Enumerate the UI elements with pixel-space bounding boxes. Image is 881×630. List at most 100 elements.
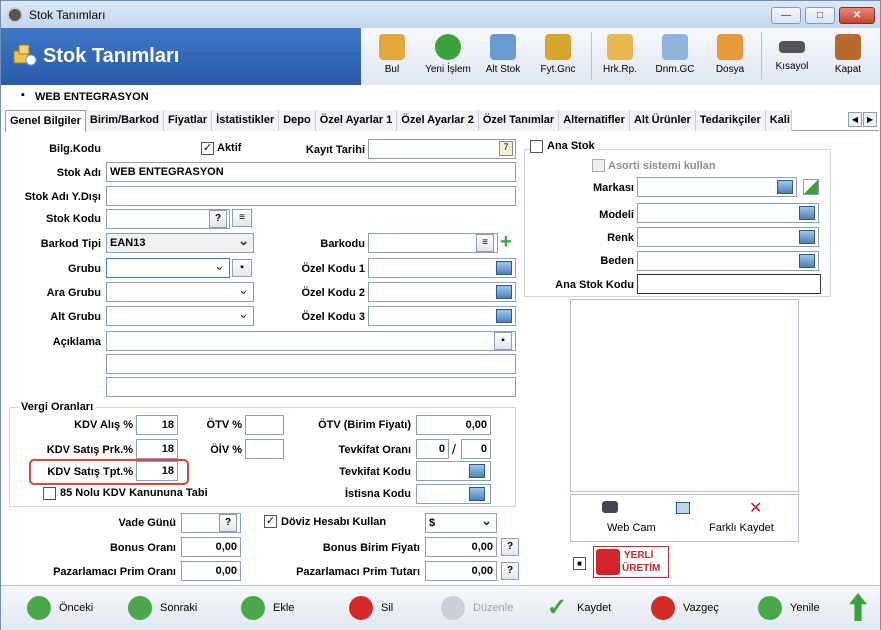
- tevkifat-kodu-label: Tevkifat Kodu: [339, 466, 411, 478]
- aciklama-field-1[interactable]: [106, 331, 516, 351]
- tab-fiyatlar[interactable]: Fiyatlar: [164, 110, 213, 131]
- yenile-button[interactable]: Yenile: [758, 595, 820, 621]
- tab-ozel-ayarlar-2[interactable]: Özel Ayarlar 2: [397, 110, 479, 131]
- kdv-alis-field[interactable]: 18: [136, 415, 178, 435]
- tab-kali[interactable]: Kali: [765, 110, 792, 131]
- oiv-field[interactable]: [245, 439, 284, 459]
- pazarlamaci-orani-label: Pazarlamacı Prim Oranı: [53, 566, 176, 578]
- tevkifat-kodu-image-icon[interactable]: [469, 464, 485, 478]
- ana-stok-checkbox[interactable]: [530, 140, 543, 153]
- tevkifat-orani-field-b[interactable]: 0: [461, 439, 491, 459]
- stok-kodu-document-icon[interactable]: ≡: [232, 209, 252, 227]
- tab-istatistikler[interactable]: İstatistikler: [212, 110, 280, 131]
- webcam-icon[interactable]: [602, 501, 618, 513]
- farkli-kaydet-label[interactable]: Farklı Kaydet: [709, 522, 774, 534]
- barkod-tipi-select[interactable]: EAN13: [106, 233, 254, 253]
- markasi-image-icon[interactable]: [777, 180, 793, 194]
- stok-adi-field[interactable]: WEB ENTEGRASYON: [106, 162, 516, 182]
- barkodu-add-icon[interactable]: +: [500, 232, 512, 252]
- kdv-satis-prk-field[interactable]: 18: [136, 439, 178, 459]
- modeli-field[interactable]: [637, 203, 819, 223]
- modeli-image-icon[interactable]: [799, 206, 815, 220]
- beden-field[interactable]: [637, 251, 819, 271]
- tab-genel-bilgiler[interactable]: Genel Bilgiler: [5, 110, 86, 132]
- pazarlamaci-tutari-field[interactable]: 0,00: [425, 561, 497, 581]
- alt-stok-button[interactable]: Alt Stok: [477, 31, 529, 83]
- sil-button[interactable]: Sil: [349, 595, 393, 621]
- tab-birim-barkod[interactable]: Birim/Barkod: [85, 110, 164, 131]
- maximize-button[interactable]: □: [805, 7, 835, 24]
- vazgec-button[interactable]: Vazgeç: [651, 595, 719, 621]
- sonraki-button[interactable]: Sonraki: [128, 595, 197, 621]
- web-cam-label[interactable]: Web Cam: [607, 522, 656, 534]
- ozel-kodu-3-image-icon[interactable]: [496, 309, 512, 323]
- tab-ozel-ayarlar-1[interactable]: Özel Ayarlar 1: [315, 110, 398, 131]
- doviz-checkbox[interactable]: ✓: [264, 515, 277, 528]
- grubu-browse-button[interactable]: ▪: [232, 259, 252, 277]
- tab-tedarikciler[interactable]: Tedarikçiler: [695, 110, 766, 131]
- barkod-tipi-value: EAN13: [110, 237, 146, 249]
- ozel-kodu-2-field[interactable]: [368, 282, 516, 302]
- markasi-add-icon[interactable]: [803, 179, 819, 195]
- pazarlamaci-orani-field[interactable]: 0,00: [181, 561, 241, 581]
- tab-alt-urunler[interactable]: Alt Ürünler: [629, 110, 696, 131]
- bonus-birim-help-button[interactable]: ?: [501, 538, 519, 556]
- dosya-button[interactable]: Dosya: [705, 31, 755, 83]
- minimize-button[interactable]: —: [771, 7, 801, 24]
- tab-depo[interactable]: Depo: [279, 110, 316, 131]
- fyt-gnc-button[interactable]: Fyt.Gnc: [533, 31, 583, 83]
- doviz-select[interactable]: $: [425, 513, 497, 533]
- ozel-kodu-2-image-icon[interactable]: [496, 285, 512, 299]
- bonus-orani-field[interactable]: 0,00: [181, 537, 241, 557]
- ozel-kodu-1-image-icon[interactable]: [496, 261, 512, 275]
- ekle-button[interactable]: Ekle: [241, 595, 294, 621]
- hrk-rp-button[interactable]: Hrk.Rp.: [595, 31, 645, 83]
- beden-image-icon[interactable]: [799, 254, 815, 268]
- kayit-tarihi-field[interactable]: [368, 139, 516, 159]
- ozel-kodu-1-field[interactable]: [368, 258, 516, 278]
- tab-prev-button[interactable]: ◀: [848, 112, 862, 127]
- renk-field[interactable]: [637, 227, 819, 247]
- stok-kodu-help-button[interactable]: ?: [209, 210, 227, 228]
- yeni-islem-button[interactable]: Yeni İşlem: [421, 31, 475, 83]
- pazarlamaci-tutari-help-button[interactable]: ?: [501, 562, 519, 580]
- ozel-kodu-3-field[interactable]: [368, 306, 516, 326]
- kayit-tarihi-label: Kayıt Tarihi: [305, 144, 365, 156]
- barkodu-document-icon[interactable]: ≡: [476, 234, 494, 252]
- markasi-field[interactable]: [637, 177, 797, 197]
- istisna-kodu-image-icon[interactable]: [469, 487, 485, 501]
- aktif-checkbox[interactable]: ✓: [201, 142, 214, 155]
- tab-ozel-tanimlar[interactable]: Özel Tanımlar: [478, 110, 560, 131]
- grubu-select[interactable]: [106, 258, 230, 278]
- kisayol-button[interactable]: Kısayol: [767, 31, 817, 83]
- vade-gunu-help-button[interactable]: ?: [219, 514, 237, 532]
- bonus-birim-field[interactable]: 0,00: [425, 537, 497, 557]
- close-button[interactable]: ✕: [839, 7, 875, 24]
- alt-grubu-select[interactable]: [106, 306, 254, 326]
- tab-alternatifler[interactable]: Alternatifler: [559, 110, 630, 131]
- onceki-label: Önceki: [59, 602, 94, 614]
- calendar-icon[interactable]: 7: [499, 141, 513, 156]
- stok-adi-ydisi-field[interactable]: [106, 186, 516, 206]
- aciklama-field-2[interactable]: [106, 354, 516, 374]
- bul-button[interactable]: Bul: [367, 31, 417, 83]
- otv-field[interactable]: [245, 415, 284, 435]
- ara-grubu-select[interactable]: [106, 282, 254, 302]
- tab-next-button[interactable]: ▶: [863, 112, 877, 127]
- otv-birim-field[interactable]: 0,00: [416, 415, 491, 435]
- window-title: Stok Tanımları: [29, 7, 106, 22]
- dnm-gc-button[interactable]: Dnm.GC: [649, 31, 701, 83]
- duzenle-button[interactable]: Düzenle: [441, 595, 513, 621]
- aciklama-field-3[interactable]: [106, 377, 516, 397]
- onceki-button[interactable]: Önceki: [27, 595, 93, 621]
- yerli-checkbox[interactable]: ■: [573, 557, 586, 570]
- save-as-icon[interactable]: [676, 502, 690, 514]
- renk-image-icon[interactable]: [799, 230, 815, 244]
- kaydet-button[interactable]: ✓ Kaydet: [545, 595, 611, 621]
- aciklama-browse-button[interactable]: ▪: [494, 332, 512, 350]
- kdv85-checkbox[interactable]: [43, 487, 56, 500]
- farkli-kaydet-x-icon[interactable]: ✕: [749, 498, 762, 518]
- ana-stok-kodu-field[interactable]: [637, 274, 821, 294]
- kapat-button[interactable]: Kapat: [823, 31, 873, 83]
- tevkifat-orani-field-a[interactable]: 0: [416, 439, 449, 459]
